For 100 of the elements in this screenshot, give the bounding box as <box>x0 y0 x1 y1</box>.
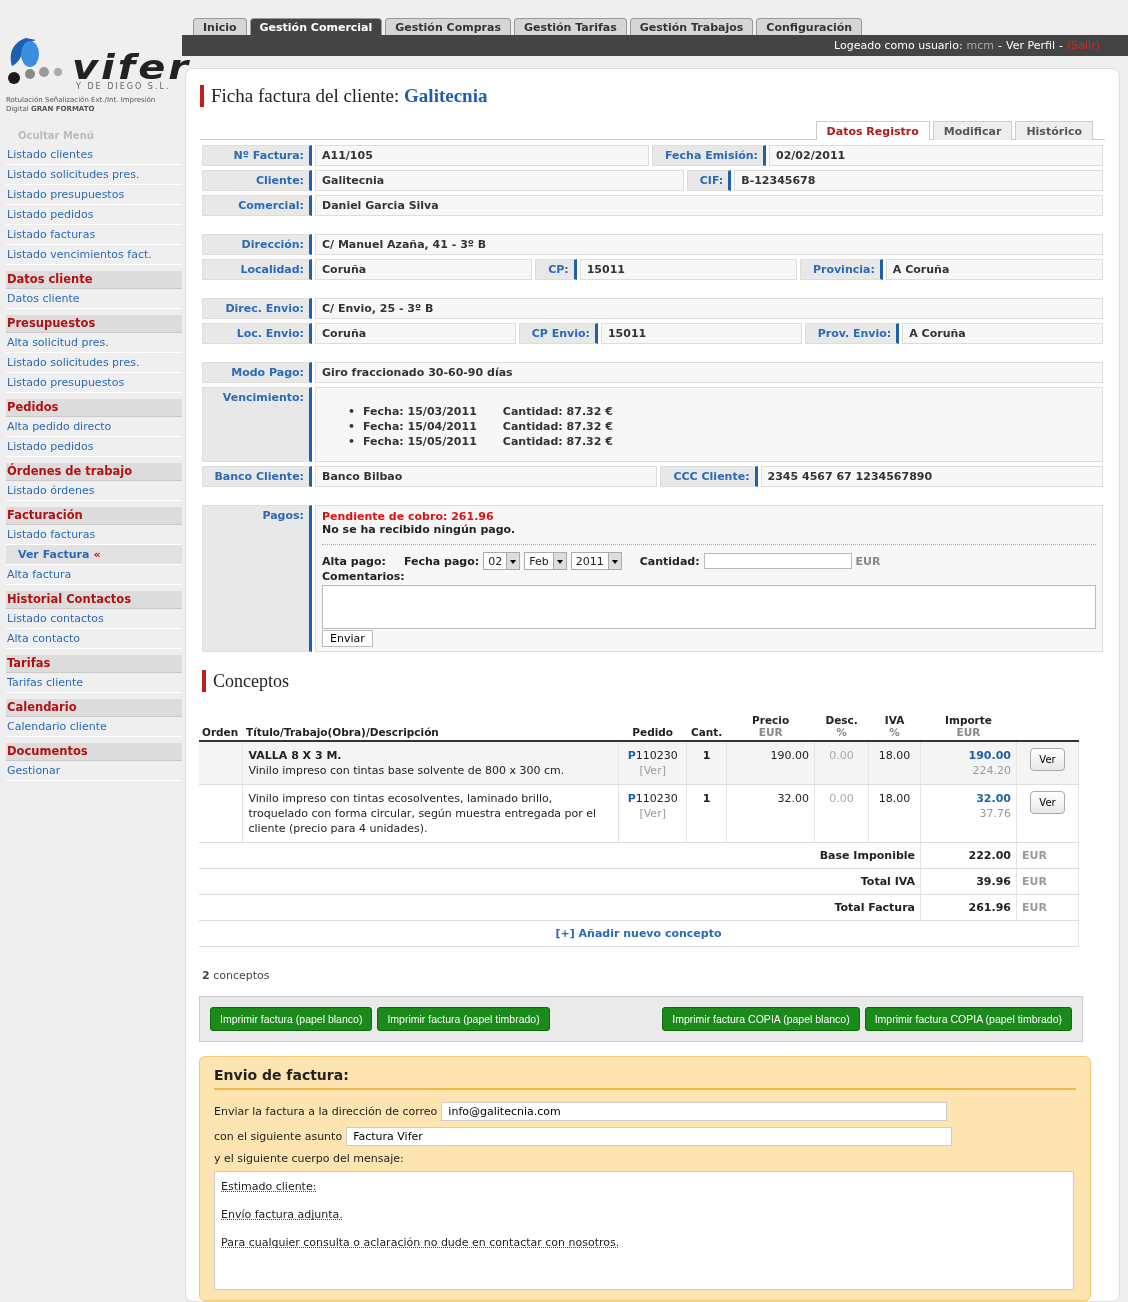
print-button[interactable]: Imprimir factura COPIA (papel blanco) <box>662 1007 860 1031</box>
view-button[interactable]: Ver <box>1030 748 1065 771</box>
currency-label: EUR <box>1016 842 1079 869</box>
print-button[interactable]: Imprimir factura (papel timbrado) <box>377 1007 550 1031</box>
sidebar-link[interactable]: Listado solicitudes pres. <box>6 165 182 185</box>
concept-count: 2 conceptos <box>202 969 271 982</box>
sidebar-heading: Tarifas <box>6 655 182 673</box>
field-value: Coruña <box>315 323 516 344</box>
sidebar-link[interactable]: Listado clientes <box>6 145 182 165</box>
sidebar-link[interactable]: Alta pedido directo <box>6 417 182 437</box>
order-link[interactable]: [Ver] <box>624 763 682 778</box>
field-label: Provincia: <box>799 259 883 280</box>
amount-input[interactable] <box>703 553 852 569</box>
form-label: Alta pago: <box>322 554 386 568</box>
field-label: Dirección: <box>202 234 312 255</box>
form-label: Cantidad: <box>639 554 700 568</box>
sidebar-link[interactable]: Listado contactos <box>6 609 182 629</box>
field-value: A Coruña <box>885 259 1103 280</box>
field-value: 2345 4567 67 1234567890 <box>760 466 1103 487</box>
sidebar-link[interactable]: Listado órdenes <box>6 481 182 501</box>
add-concept-link[interactable]: [+] Añadir nuevo concepto <box>555 927 722 940</box>
sidebar-heading: Presupuestos <box>6 315 182 333</box>
logo-company: Y DE DIEGO S.L. <box>76 82 171 91</box>
section-tab[interactable]: Datos Registro <box>815 121 930 140</box>
table-cell-text: 1 <box>701 791 712 806</box>
nav-tab[interactable]: Gestión Trabajos <box>629 18 754 35</box>
table-cell-text: 190.00 <box>769 748 810 763</box>
submit-button[interactable]: Enviar <box>322 630 373 647</box>
table-cell-text: 0.00 <box>828 748 855 763</box>
sidebar-link[interactable]: Listado presupuestos <box>6 185 182 205</box>
order-link[interactable]: [Ver] <box>624 806 682 821</box>
table-cell-text: 32.00 <box>776 791 810 806</box>
section-tab[interactable]: Histórico <box>1015 121 1093 140</box>
caret-icon <box>552 553 566 569</box>
due-date: Fecha: 15/04/2011 <box>363 419 477 434</box>
select-dropdown[interactable]: 2011 <box>570 552 622 570</box>
message-field[interactable]: Estimado cliente: Envío factura adjunta. Para cualquier consulta o aclaración no dude en contactar con nosotros. <box>214 1171 1074 1290</box>
sidebar-link[interactable]: Datos cliente <box>6 289 182 309</box>
sidebar-link[interactable]: Listado presupuestos <box>6 373 182 393</box>
total-value: 39.96 <box>920 868 1017 895</box>
amount-total: 224.20 <box>971 763 1011 778</box>
sidebar-link[interactable]: Listado pedidos <box>6 205 182 225</box>
select-dropdown[interactable]: Feb <box>524 552 567 570</box>
sidebar-link[interactable]: Tarifas cliente <box>6 673 182 693</box>
user-text: - <box>998 39 1003 52</box>
sidebar-link[interactable]: Listado solicitudes pres. <box>6 353 182 373</box>
nav-tab[interactable]: Gestión Compras <box>385 18 511 35</box>
select-dropdown[interactable]: 02 <box>483 552 521 570</box>
due-amount: Cantidad: 87.32 € <box>502 404 613 419</box>
table-cell-text: 1 <box>701 748 712 763</box>
page-title: Ficha factura del cliente: Galitecnia <box>200 85 1105 107</box>
comments-field[interactable] <box>322 585 1096 629</box>
form-label: con el siguiente asunto <box>214 1130 343 1143</box>
caret-icon <box>607 553 621 569</box>
table-cell-text: 18.00 <box>877 748 912 763</box>
sidebar-link[interactable]: Ver Factura « <box>6 545 182 565</box>
field-value: C/ Envio, 25 - 3º B <box>315 298 1103 319</box>
field-label: Loc. Envio: <box>202 323 312 344</box>
total-label: Total Factura <box>199 894 921 921</box>
section-tab[interactable]: Modificar <box>932 121 1013 140</box>
field-label: Cliente: <box>202 170 312 191</box>
email-input[interactable]: info@galitecnia.com <box>441 1102 948 1121</box>
amount-cell-text: 32.00 <box>975 791 1011 806</box>
sidebar-link[interactable]: Alta factura <box>6 565 182 585</box>
nav-tab[interactable]: Gestión Tarifas <box>513 18 627 35</box>
payment-status: No se ha recibido ningún pago. <box>322 523 517 536</box>
sidebar-link[interactable]: Calendario cliente <box>6 717 182 737</box>
sidebar-heading: Facturación <box>6 507 182 525</box>
subject-input[interactable]: Factura Vifer <box>346 1127 953 1146</box>
print-button[interactable]: Imprimir factura COPIA (papel timbrado) <box>864 1007 1072 1031</box>
sidebar-heading: Órdenes de trabajo <box>6 463 182 481</box>
sidebar-link[interactable]: Alta solicitud pres. <box>6 333 182 353</box>
user-link[interactable]: Ver Perfil <box>1006 39 1056 52</box>
order-number: P110230 <box>626 748 679 763</box>
nav-tab[interactable]: Inicio <box>193 18 247 35</box>
sidebar-link[interactable]: Listado vencimientos fact. <box>6 245 182 265</box>
sidebar-heading: Documentos <box>6 743 182 761</box>
bullet: • <box>348 419 356 434</box>
sidebar-link[interactable]: Gestionar <box>6 761 182 781</box>
field-label: Direc. Envio: <box>202 298 312 319</box>
nav-tab[interactable]: Configuración <box>756 18 863 35</box>
pending-amount: Pendiente de cobro: 261.96 <box>322 510 495 523</box>
field-value: Galitecnia <box>315 170 684 191</box>
sidebar-link[interactable]: Alta contacto <box>6 629 182 649</box>
table-cell-text: 18.00 <box>877 791 912 806</box>
field-value: A Coruña <box>902 323 1103 344</box>
field-value: Banco Bilbao <box>315 466 658 487</box>
sidebar-link[interactable]: Listado facturas <box>6 225 182 245</box>
field-label: CCC Cliente: <box>660 466 758 487</box>
field-label: CIF: <box>686 170 732 191</box>
field-label: Modo Pago: <box>202 362 312 383</box>
sidebar-link[interactable]: Listado pedidos <box>6 437 182 457</box>
field-value: A11/105 <box>315 145 649 166</box>
user-text: mcm <box>966 39 995 52</box>
order-number: P110230 <box>626 791 679 806</box>
view-button[interactable]: Ver <box>1030 791 1065 814</box>
nav-tab[interactable]: Gestión Comercial <box>249 18 383 35</box>
field-label: Comercial: <box>202 195 312 216</box>
bullet: • <box>348 434 356 449</box>
print-button[interactable]: Imprimir factura (papel blanco) <box>210 1007 373 1031</box>
